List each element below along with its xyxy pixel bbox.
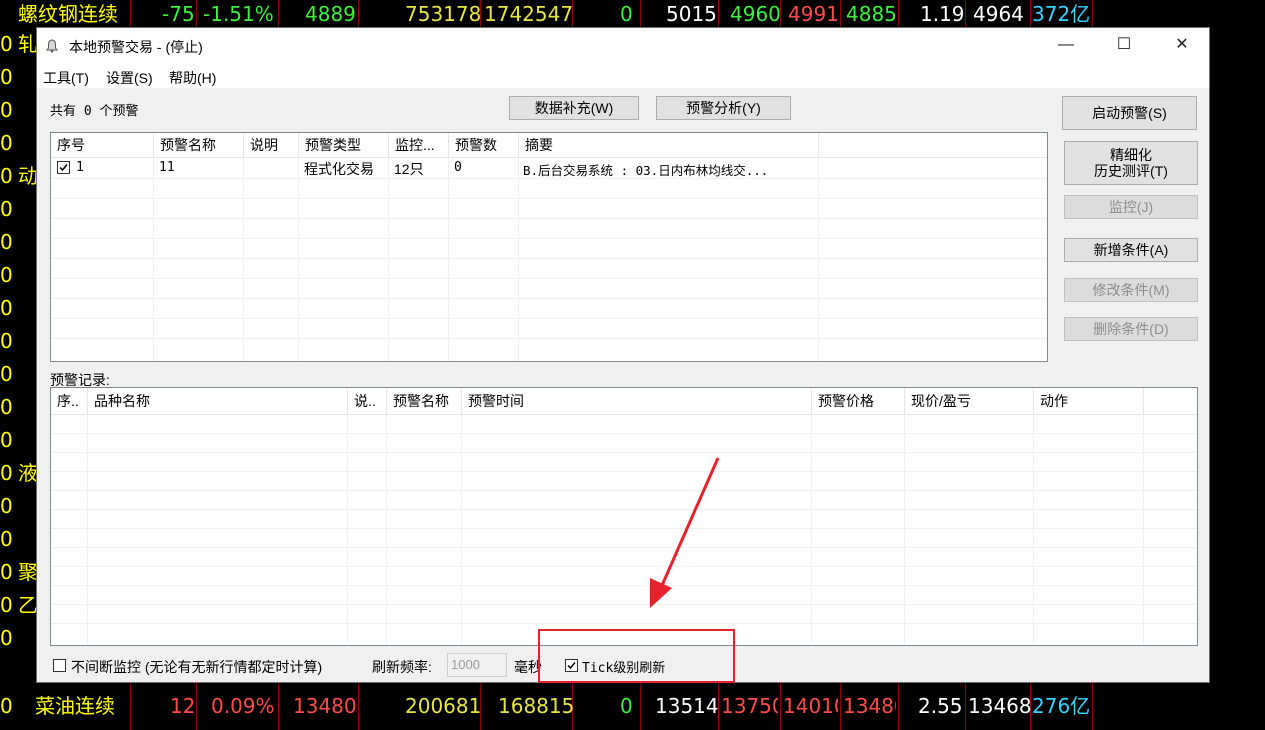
annotation-arrow-icon — [650, 457, 720, 608]
